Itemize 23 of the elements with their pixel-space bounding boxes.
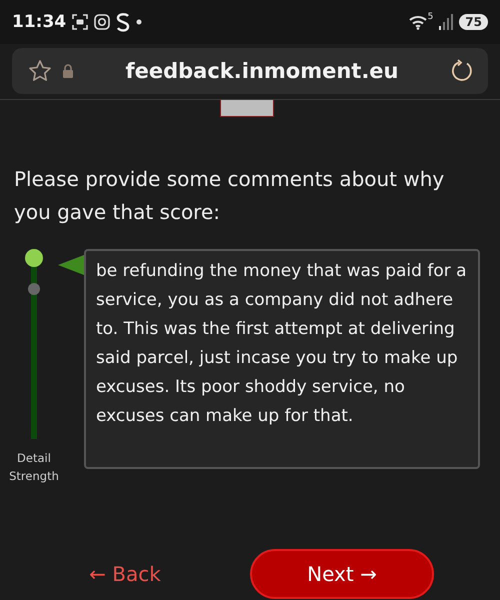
slider-notch xyxy=(28,283,40,295)
url-text[interactable]: feedback.inmoment.eu xyxy=(84,59,440,83)
question-text: Please provide some comments about why you gave that score: xyxy=(14,166,446,226)
network-label: 5 xyxy=(428,12,434,22)
back-button[interactable]: ← Back xyxy=(0,562,250,586)
lock-icon xyxy=(62,64,74,78)
clock: 11:34 xyxy=(12,12,66,32)
signal-icon xyxy=(439,14,454,30)
scroll-indicator xyxy=(220,100,274,117)
wifi-icon xyxy=(408,14,428,30)
battery-level: 75 xyxy=(459,14,488,30)
screenshot-icon xyxy=(72,14,88,30)
slider-label: Detail Strength xyxy=(8,450,60,485)
reload-icon[interactable] xyxy=(450,59,474,83)
pointer-icon xyxy=(58,255,84,275)
star-icon[interactable] xyxy=(28,59,52,83)
address-bar[interactable]: feedback.inmoment.eu xyxy=(12,48,488,94)
slider-thumb[interactable] xyxy=(25,249,43,267)
notification-dot-icon xyxy=(136,19,142,25)
s-app-icon xyxy=(116,12,130,32)
comment-field[interactable]: be refunding the money that was paid for a service, you as a company did not adhere to. This was the first attempt at delivering said parcel, just incase you try to make up excuses. Its poor shoddy service, no excuses can make up for that. xyxy=(84,249,480,469)
next-button[interactable]: Next → xyxy=(250,549,434,599)
camera-icon xyxy=(94,14,110,30)
